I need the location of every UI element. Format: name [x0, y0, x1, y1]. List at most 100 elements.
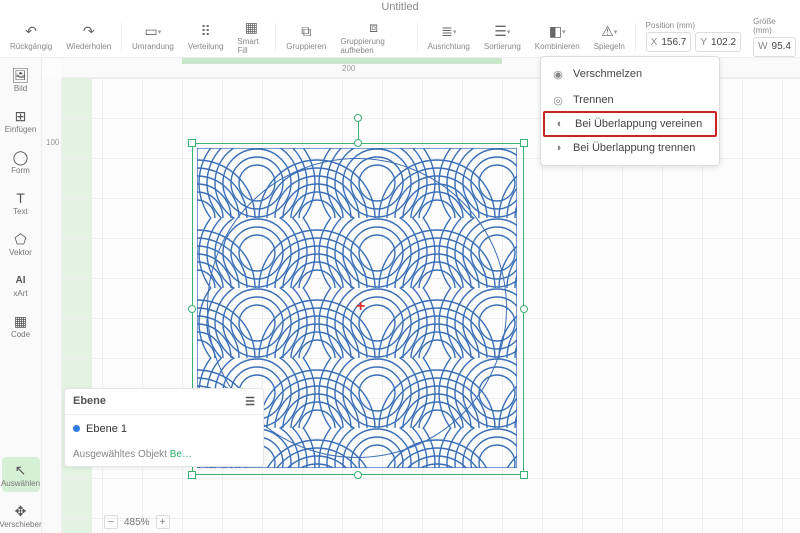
layer-row-1[interactable]: Ebene 1 [65, 415, 263, 443]
insert-label: Einfügen [5, 125, 37, 134]
layer-color-dot [73, 425, 80, 432]
menu-separate[interactable]: ◎Trennen [541, 87, 719, 113]
align-icon: ≣▾ [440, 23, 458, 41]
subtract-icon: ◑ [551, 141, 565, 155]
menu-merge[interactable]: ◉ Verschmelzen [541, 61, 719, 87]
combine-icon: ◧▾ [548, 23, 566, 41]
undo-icon: ↶ [22, 23, 40, 41]
subtract-label: Bei Überlappung trennen [573, 142, 695, 154]
handle-mid-right[interactable] [520, 305, 528, 313]
group-button[interactable]: ⧉Gruppieren [280, 21, 332, 53]
selected-object-row: Ausgewähltes Objekt Be… [65, 443, 263, 466]
image-tool[interactable]: 🖼Bild [2, 62, 40, 97]
sort-label: Sortierung [484, 42, 521, 51]
menu-union-overlap[interactable]: ◐Bei Überlappung vereinen [543, 111, 717, 137]
align-label: Ausrichtung [428, 42, 470, 51]
smartfill-label: Smart Fill [237, 37, 265, 55]
zoom-in-button[interactable]: + [156, 515, 170, 529]
separator [275, 23, 276, 51]
code-tool[interactable]: ▦Code [2, 308, 40, 343]
rotation-handle[interactable] [354, 114, 362, 122]
redo-label: Wiederholen [66, 42, 111, 51]
rotation-line [358, 120, 359, 140]
image-icon: 🖼 [12, 66, 30, 84]
code-icon: ▦ [12, 312, 30, 330]
mirror-icon: ⚠▾ [600, 23, 618, 41]
move-tool[interactable]: ✥Verschieber [2, 498, 40, 533]
layers-title: Ebene [73, 395, 106, 408]
handle-top-left[interactable] [188, 139, 196, 147]
handle-mid-left[interactable] [188, 305, 196, 313]
size-label: Größe (mm) [753, 17, 796, 35]
zoom-controls: − 485% + [104, 515, 170, 529]
handle-bottom-right[interactable] [520, 471, 528, 479]
menu-subtract-overlap[interactable]: ◑ Bei Überlappung trennen [541, 135, 719, 161]
move-label: Verschieber [0, 520, 42, 529]
separator [417, 23, 418, 51]
mirror-button[interactable]: ⚠▾Spiegeln [588, 21, 631, 53]
xart-label: xArt [13, 289, 27, 298]
shape-icon: ◯ [12, 148, 30, 166]
ungroup-icon: ⧈ [365, 18, 383, 36]
handle-mid-top[interactable] [354, 139, 362, 147]
smartfill-button[interactable]: ▦Smart Fill [231, 16, 271, 57]
center-marker: + [356, 298, 365, 316]
ruler-vertical: 100 [42, 78, 62, 533]
merge-label: Verschmelzen [573, 68, 642, 80]
outline-label: Umrandung [132, 42, 174, 51]
redo-button[interactable]: ↷Wiederholen [60, 21, 117, 53]
position-x-field[interactable]: X156.7 [646, 32, 692, 52]
handle-mid-bottom[interactable] [354, 471, 362, 479]
merge-icon: ◉ [551, 67, 565, 81]
sort-icon: ☰▾ [493, 23, 511, 41]
union-icon: ◐ [553, 117, 567, 131]
shape-label: Form [11, 166, 30, 175]
xart-tool[interactable]: AIxArt [2, 267, 40, 302]
sort-button[interactable]: ☰▾Sortierung [478, 21, 527, 53]
move-icon: ✥ [12, 502, 30, 520]
separator [635, 23, 636, 51]
ungroup-label: Gruppierung aufheben [340, 37, 406, 55]
vector-icon: ⬠ [12, 230, 30, 248]
select-tool[interactable]: ↖Auswählen [2, 457, 40, 492]
undo-label: Rückgängig [10, 42, 52, 51]
shape-tool[interactable]: ◯Form [2, 144, 40, 179]
size-w-field[interactable]: W95.4 [753, 37, 796, 57]
handle-bottom-left[interactable] [188, 471, 196, 479]
insert-icon: ⊞ [12, 107, 30, 125]
combine-button[interactable]: ◧▾Kombinieren [529, 21, 586, 53]
left-toolbar: 🖼Bild ⊞Einfügen ◯Form TText ⬠Vektor AIxA… [0, 58, 42, 533]
ungroup-button[interactable]: ⧈Gruppierung aufheben [334, 16, 412, 57]
select-label: Auswählen [1, 479, 40, 488]
selected-link[interactable]: Be… [170, 449, 192, 460]
position-label: Position (mm) [646, 21, 741, 30]
y-value: 102.2 [711, 37, 736, 48]
text-tool[interactable]: TText [2, 185, 40, 220]
text-label: Text [13, 207, 28, 216]
smartfill-icon: ▦ [242, 18, 260, 36]
zoom-value: 485% [124, 517, 150, 528]
ruler-tick-200: 200 [342, 64, 355, 73]
layers-menu-icon[interactable]: ☰ [245, 395, 255, 408]
undo-button[interactable]: ↶Rückgängig [4, 21, 58, 53]
layer-1-label: Ebene 1 [86, 423, 127, 435]
distribute-button[interactable]: ⠿Verteilung [182, 21, 230, 53]
w-prefix: W [758, 41, 767, 52]
image-label: Bild [14, 84, 27, 93]
insert-tool[interactable]: ⊞Einfügen [2, 103, 40, 138]
handle-top-right[interactable] [520, 139, 528, 147]
selected-prefix: Ausgewähltes Objekt [73, 449, 170, 460]
y-prefix: Y [700, 37, 707, 48]
outline-button[interactable]: ▭▾Umrandung [126, 21, 180, 53]
cursor-icon: ↖ [12, 461, 30, 479]
layers-panel[interactable]: Ebene ☰ Ebene 1 Ausgewähltes Objekt Be… [64, 388, 264, 467]
vector-tool[interactable]: ⬠Vektor [2, 226, 40, 261]
window-title: Untitled [0, 0, 800, 16]
align-button[interactable]: ≣▾Ausrichtung [422, 21, 476, 53]
distribute-label: Verteilung [188, 42, 224, 51]
redo-icon: ↷ [80, 23, 98, 41]
zoom-out-button[interactable]: − [104, 515, 118, 529]
position-y-field[interactable]: Y 102.2 [695, 32, 741, 52]
x-prefix: X [651, 37, 658, 48]
size-group: Größe (mm) W95.4 [753, 17, 796, 57]
